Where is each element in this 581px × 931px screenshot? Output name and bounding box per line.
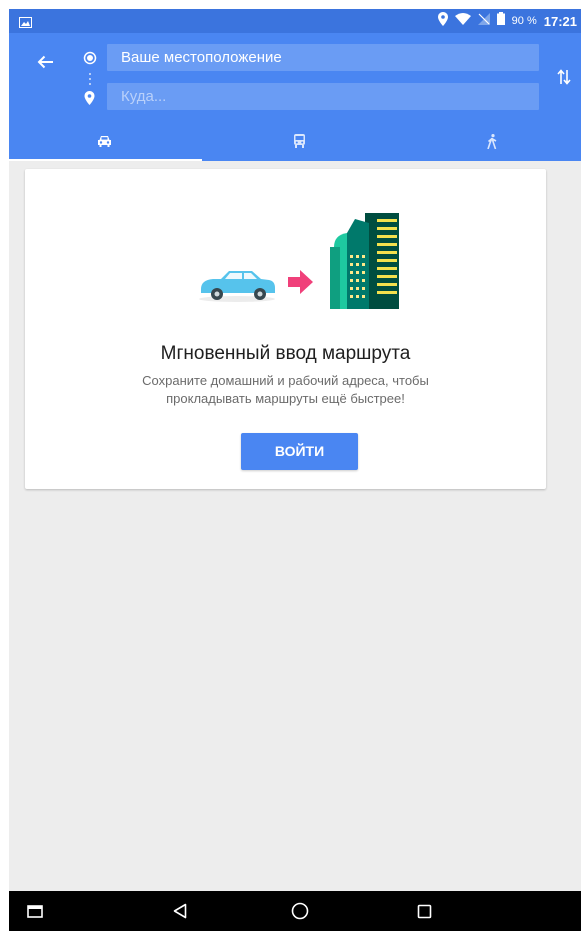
nav-recents-button[interactable] (409, 891, 439, 931)
location-icon (437, 11, 448, 31)
battery-icon (496, 12, 505, 30)
nav-home-button[interactable] (285, 891, 315, 931)
swap-button[interactable] (552, 65, 576, 89)
bus-icon (293, 134, 305, 148)
origin-dot-icon (83, 51, 97, 70)
card-description-line-1: Сохраните домашний и рабочий адреса, что… (142, 373, 429, 388)
car-illustration-icon (199, 271, 275, 302)
directions-header: Ваше местоположение Куда... (9, 33, 581, 161)
no-sim-icon (477, 12, 490, 30)
card-title: Мгновенный ввод маршрута (160, 343, 411, 364)
home-circle-icon (291, 902, 309, 920)
travel-mode-tabs (9, 121, 581, 161)
walk-icon (486, 133, 496, 149)
destination-pin-icon (84, 91, 95, 110)
wifi-icon (454, 12, 471, 30)
selected-tab-indicator (9, 159, 202, 161)
status-bar: 90 % 17:21 (9, 9, 581, 33)
login-button[interactable]: ВОЙТИ (241, 433, 358, 470)
quick-route-promo-card: Мгновенный ввод маршрута Сохраните домаш… (25, 169, 546, 489)
screenshot-button[interactable] (23, 891, 47, 931)
car-to-office-illustration (199, 213, 399, 309)
route-connector-dots (89, 73, 92, 88)
tab-drive[interactable] (9, 121, 199, 161)
swap-vert-icon (557, 69, 571, 85)
origin-input[interactable]: Ваше местоположение (107, 44, 539, 71)
card-description: Сохраните домашний и рабочий адреса, что… (125, 372, 446, 408)
system-navigation-bar (9, 891, 581, 931)
screen: 90 % 17:21 Ваше местоположение Куда... М… (9, 9, 581, 931)
tab-transit[interactable] (204, 121, 394, 161)
back-button[interactable] (31, 48, 59, 76)
screenshot-icon (27, 904, 43, 918)
card-description-line-2: прокладывать маршруты ещё быстрее! (166, 391, 405, 406)
nav-back-button[interactable] (165, 891, 195, 931)
battery-percent: 90 % (511, 15, 537, 27)
tab-walk[interactable] (397, 121, 581, 161)
image-notification-icon (19, 15, 32, 33)
car-icon (97, 136, 111, 147)
clock: 17:21 (543, 13, 577, 29)
recents-square-icon (417, 904, 431, 918)
destination-input[interactable]: Куда... (107, 83, 539, 110)
arrow-left-icon (37, 55, 53, 69)
office-buildings-icon (330, 213, 399, 309)
back-triangle-icon (173, 903, 187, 919)
arrow-right-illustration-icon (288, 270, 313, 294)
